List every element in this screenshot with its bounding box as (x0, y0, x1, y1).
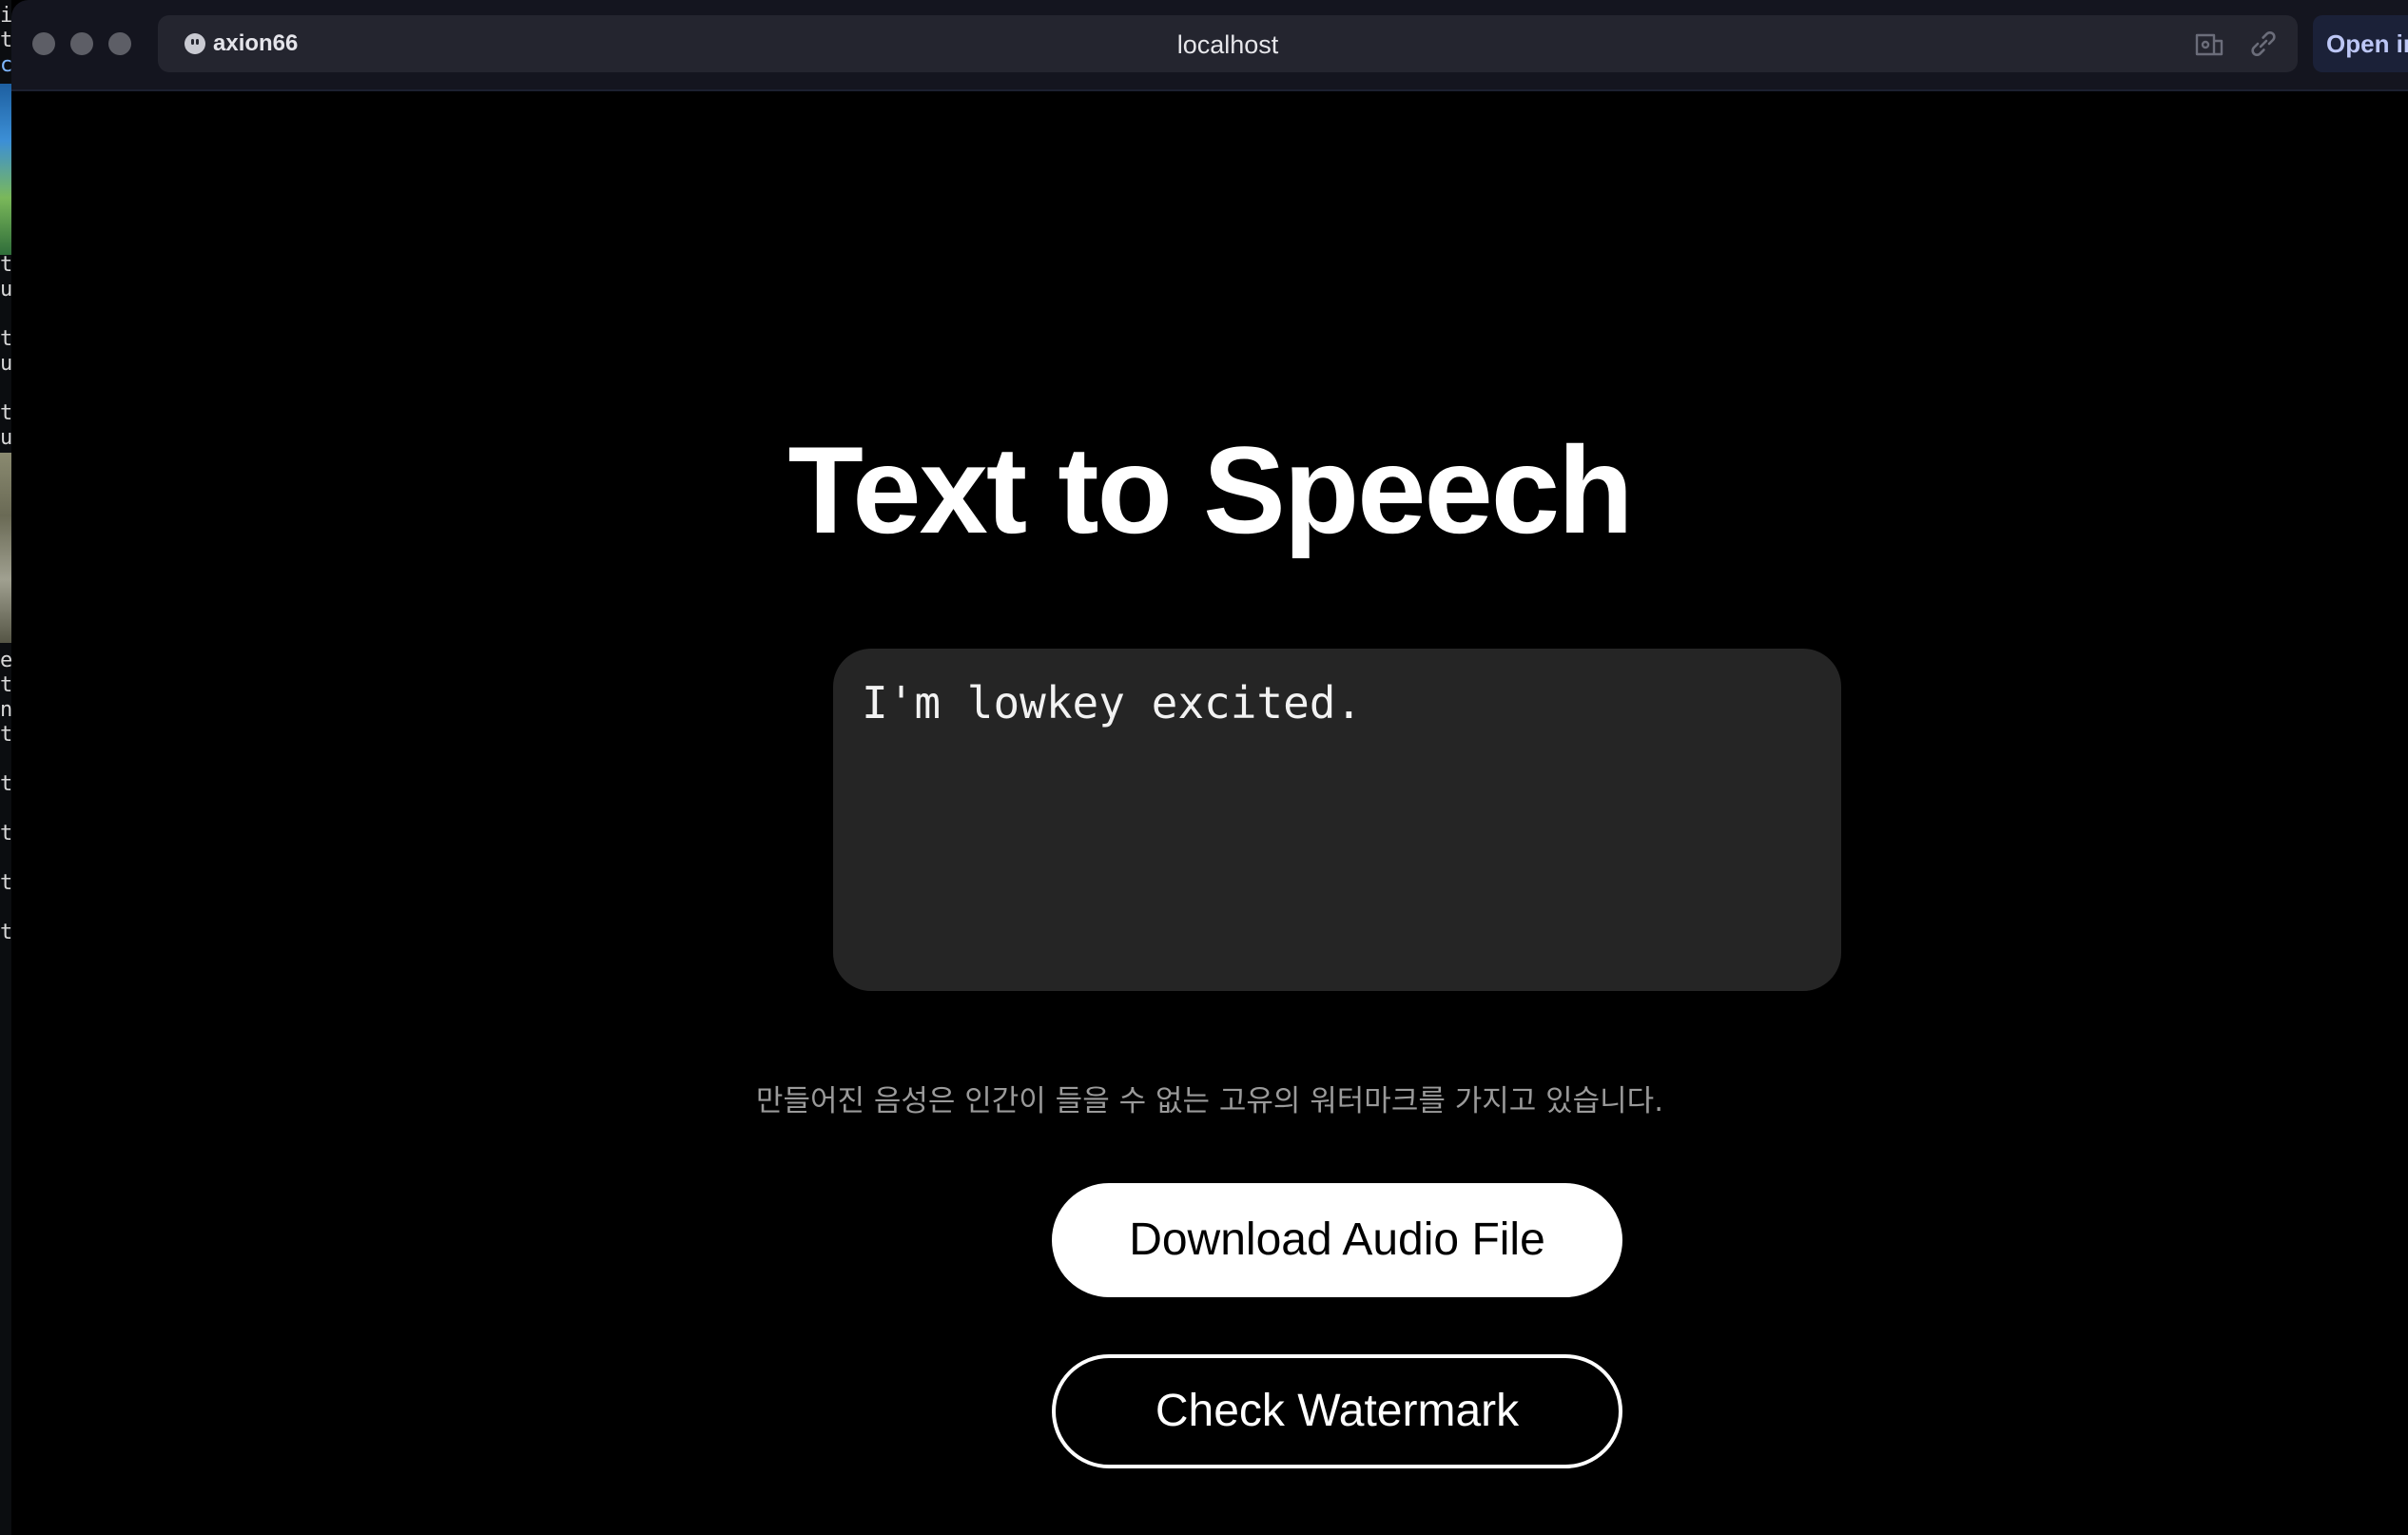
extension-icon[interactable] (2193, 29, 2227, 58)
terminal-line: n (0, 698, 11, 722)
download-audio-button[interactable]: Download Audio File (1052, 1183, 1622, 1297)
terminal-line: t (0, 29, 11, 52)
close-window-button[interactable] (32, 32, 55, 55)
terminal-line: t (0, 921, 11, 944)
zoom-window-button[interactable] (108, 32, 131, 55)
terminal-line: t (0, 673, 11, 697)
watermark-notice: 만들어진 음성은 인간이 들을 수 없는 고유의 워터마크를 가지고 있습니다. (755, 1084, 1664, 1118)
terminal-line: t (0, 772, 11, 796)
browser-titlebar: axion66 localhost Open in (11, 0, 2408, 91)
link-icon[interactable] (2246, 29, 2281, 58)
terminal-line: u (0, 426, 11, 450)
check-watermark-button[interactable]: Check Watermark (1052, 1354, 1622, 1468)
terminal-line: u (0, 278, 11, 301)
terminal-line: c (0, 53, 11, 77)
terminal-line: t (0, 401, 11, 425)
browser-window: axion66 localhost Open in Text to Speech… (11, 0, 2408, 1535)
terminal-line: e (0, 649, 11, 672)
terminal-line: i (0, 4, 11, 28)
terminal-line: t (0, 871, 11, 895)
terminal-line: t (0, 253, 11, 277)
terminal-line: u (0, 352, 11, 376)
terminal-line: t (0, 822, 11, 845)
terminal-line: t (0, 327, 11, 351)
screen: i t c t u t u t u e t n t t t t t axion6… (0, 0, 2408, 1535)
text-input[interactable]: I'm lowkey excited. (833, 649, 1841, 991)
address-text: localhost (1176, 30, 1279, 59)
terminal-image-thumbnail (0, 84, 11, 255)
page-title: Text to Speech (787, 420, 1633, 559)
terminal-image-thumbnail (0, 453, 11, 643)
address-bar[interactable]: axion66 localhost (158, 15, 2298, 72)
minimize-window-button[interactable] (70, 32, 93, 55)
terminal-line: t (0, 723, 11, 747)
open-in-button[interactable]: Open in (2313, 15, 2408, 72)
background-terminal-strip: i t c t u t u t u e t n t t t t t (0, 0, 11, 1535)
